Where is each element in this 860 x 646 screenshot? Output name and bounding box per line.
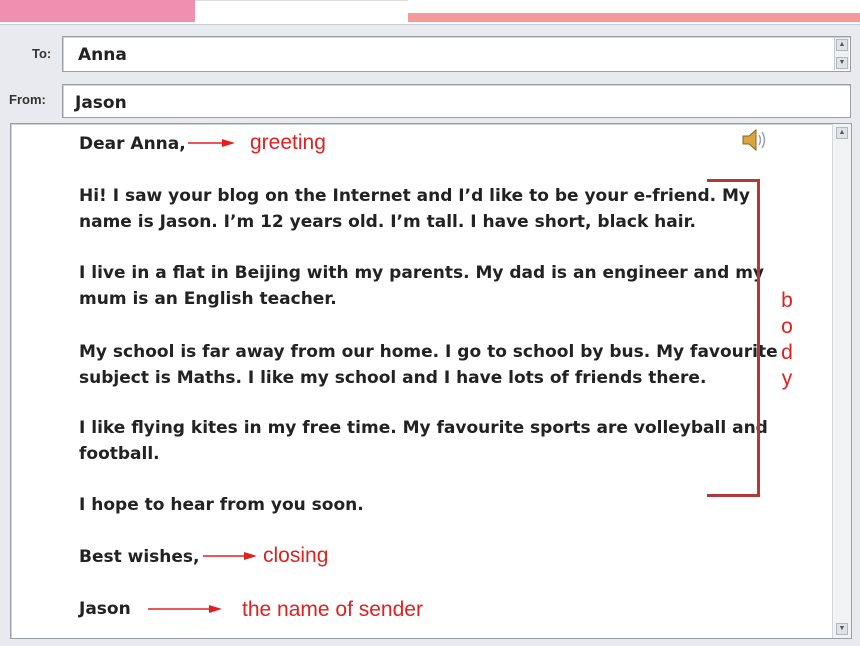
message-scrollbar[interactable]: ▲ ▼ xyxy=(832,124,851,638)
arrow-right-icon xyxy=(203,552,257,560)
top-tab-strip xyxy=(0,0,860,24)
to-label: To: xyxy=(32,46,52,61)
letter-line: subject is Maths. I like my school and I… xyxy=(79,368,707,388)
body-annotation-letter: d xyxy=(781,341,793,364)
scroll-up-icon[interactable]: ▲ xyxy=(836,127,848,139)
scroll-up-icon[interactable]: ▲ xyxy=(836,39,848,51)
letter-line: football. xyxy=(79,444,160,464)
speaker-icon[interactable] xyxy=(740,126,770,154)
body-annotation-letter: o xyxy=(781,315,793,338)
letter-sender: Jason xyxy=(79,599,131,619)
letter-line: I like flying kites in my free time. My … xyxy=(79,418,768,438)
from-label: From: xyxy=(9,92,46,107)
tab-pink[interactable] xyxy=(0,0,195,22)
letter-line: mum is an English teacher. xyxy=(79,289,337,309)
closing-annotation: closing xyxy=(263,544,329,567)
scroll-down-icon[interactable]: ▼ xyxy=(836,57,848,69)
tab-salmon[interactable] xyxy=(408,13,860,22)
from-value: Jason xyxy=(75,93,127,113)
letter-line: My school is far away from our home. I g… xyxy=(79,342,778,362)
sender-annotation: the name of sender xyxy=(242,598,423,621)
letter-line: I hope to hear from you soon. xyxy=(79,495,364,515)
body-bracket xyxy=(707,179,760,497)
scroll-down-icon[interactable]: ▼ xyxy=(836,623,848,635)
to-field[interactable]: Anna ▲ ▼ xyxy=(62,36,851,72)
letter-line: name is Jason. I’m 12 years old. I’m tal… xyxy=(79,212,696,232)
to-field-scrollbar[interactable]: ▲ ▼ xyxy=(834,38,849,70)
body-annotation-letter: b xyxy=(781,289,793,312)
greeting-annotation: greeting xyxy=(250,131,326,154)
letter-line: Hi! I saw your blog on the Internet and … xyxy=(79,186,750,206)
tab-white[interactable] xyxy=(195,0,408,23)
body-annotation-letter: y xyxy=(781,367,793,390)
letter-closing: Best wishes, xyxy=(79,547,200,567)
arrow-right-icon xyxy=(188,139,235,147)
from-field[interactable]: Jason xyxy=(62,84,851,118)
arrow-right-icon xyxy=(148,605,222,613)
letter-line: I live in a flat in Beijing with my pare… xyxy=(79,263,765,283)
letter-greeting: Dear Anna, xyxy=(79,134,186,154)
to-value: Anna xyxy=(78,45,127,65)
